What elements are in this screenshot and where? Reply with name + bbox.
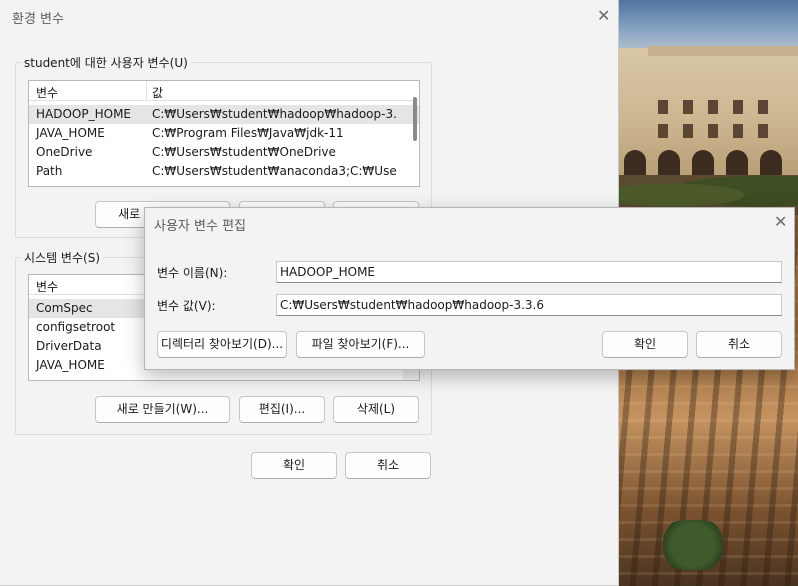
- wallpaper-window: [658, 124, 668, 138]
- var-name: Path: [36, 164, 63, 178]
- system-delete-button[interactable]: 삭제(L): [333, 396, 419, 423]
- column-header-name[interactable]: 변수: [36, 84, 58, 101]
- var-name: HADOOP_HOME: [36, 107, 132, 121]
- var-value: C:₩Users₩student₩anaconda3;C:₩Users₩st..…: [152, 164, 397, 178]
- wallpaper-window: [683, 100, 693, 114]
- env-vars-titlebar: 환경 변수 ✕: [0, 0, 618, 32]
- edit-cancel-button[interactable]: 취소: [696, 331, 782, 358]
- var-name: JAVA_HOME: [36, 358, 105, 372]
- ok-button[interactable]: 확인: [251, 452, 337, 479]
- user-vars-list[interactable]: 변수 값 HADOOP_HOME C:₩Users₩student₩hadoop…: [28, 80, 420, 187]
- edit-ok-button[interactable]: 확인: [602, 331, 688, 358]
- env-vars-title: 환경 변수: [12, 12, 64, 27]
- wallpaper-window: [758, 124, 768, 138]
- wallpaper-sky: [618, 0, 798, 52]
- var-name: ComSpec: [36, 301, 93, 315]
- cancel-button[interactable]: 취소: [345, 452, 431, 479]
- var-name: configsetroot: [36, 320, 116, 334]
- wallpaper-bush: [658, 520, 728, 570]
- var-value-field[interactable]: C:₩Users₩student₩hadoop₩hadoop-3.3.6: [276, 294, 782, 316]
- table-row[interactable]: Path C:₩Users₩student₩anaconda3;C:₩Users…: [29, 162, 419, 181]
- wallpaper-arch: [760, 150, 782, 176]
- var-name-field[interactable]: HADOOP_HOME: [276, 261, 782, 283]
- system-edit-button[interactable]: 편집(I)...: [239, 396, 325, 423]
- wallpaper-arch: [658, 150, 680, 176]
- table-row[interactable]: HADOOP_HOME C:₩Users₩student₩hadoop₩hado…: [29, 105, 419, 124]
- user-vars-group-label: student에 대한 사용자 변수(U): [21, 54, 191, 71]
- system-new-button[interactable]: 새로 만들기(W)...: [95, 396, 230, 423]
- var-value: C:₩Users₩student₩OneDrive: [152, 145, 336, 159]
- system-vars-group-label: 시스템 변수(S): [21, 249, 103, 266]
- wallpaper-arch: [692, 150, 714, 176]
- column-header-value[interactable]: 값: [152, 84, 163, 101]
- var-value-label: 변수 값(V):: [157, 299, 216, 313]
- wallpaper-arch: [624, 150, 646, 176]
- table-row[interactable]: OneDrive C:₩Users₩student₩OneDrive: [29, 143, 419, 162]
- var-name: OneDrive: [36, 145, 93, 159]
- wallpaper-window: [733, 124, 743, 138]
- wallpaper-window: [658, 100, 668, 114]
- browse-directory-button[interactable]: 디렉터리 찾아보기(D)...: [157, 331, 287, 358]
- user-vars-list-header: 변수 값: [29, 81, 419, 101]
- column-divider[interactable]: [146, 81, 147, 101]
- wallpaper-window: [708, 124, 718, 138]
- var-value: C:₩Users₩student₩hadoop₩hadoop-3.3.6: [152, 107, 397, 121]
- wallpaper-roofline: [648, 46, 798, 56]
- edit-user-var-dialog: 사용자 변수 편집 ✕ 변수 이름(N): HADOOP_HOME 변수 값(V…: [144, 207, 795, 370]
- table-row[interactable]: JAVA_HOME C:₩Program Files₩Java₩jdk-11: [29, 124, 419, 143]
- var-name: DriverData: [36, 339, 102, 353]
- close-icon[interactable]: ✕: [774, 214, 787, 230]
- wallpaper-window: [708, 100, 718, 114]
- var-value: C:₩Program Files₩Java₩jdk-11: [152, 126, 344, 140]
- wallpaper-window: [683, 124, 693, 138]
- var-name-label: 변수 이름(N):: [157, 266, 228, 280]
- var-name: JAVA_HOME: [36, 126, 105, 140]
- edit-dialog-title: 사용자 변수 편집: [154, 219, 246, 234]
- browse-file-button[interactable]: 파일 찾아보기(F)...: [296, 331, 425, 358]
- column-header-name[interactable]: 변수: [36, 278, 58, 295]
- close-icon[interactable]: ✕: [597, 8, 610, 24]
- wallpaper-arch: [726, 150, 748, 176]
- wallpaper-window: [758, 100, 768, 114]
- user-vars-scrollbar[interactable]: [413, 97, 417, 141]
- wallpaper-window: [733, 100, 743, 114]
